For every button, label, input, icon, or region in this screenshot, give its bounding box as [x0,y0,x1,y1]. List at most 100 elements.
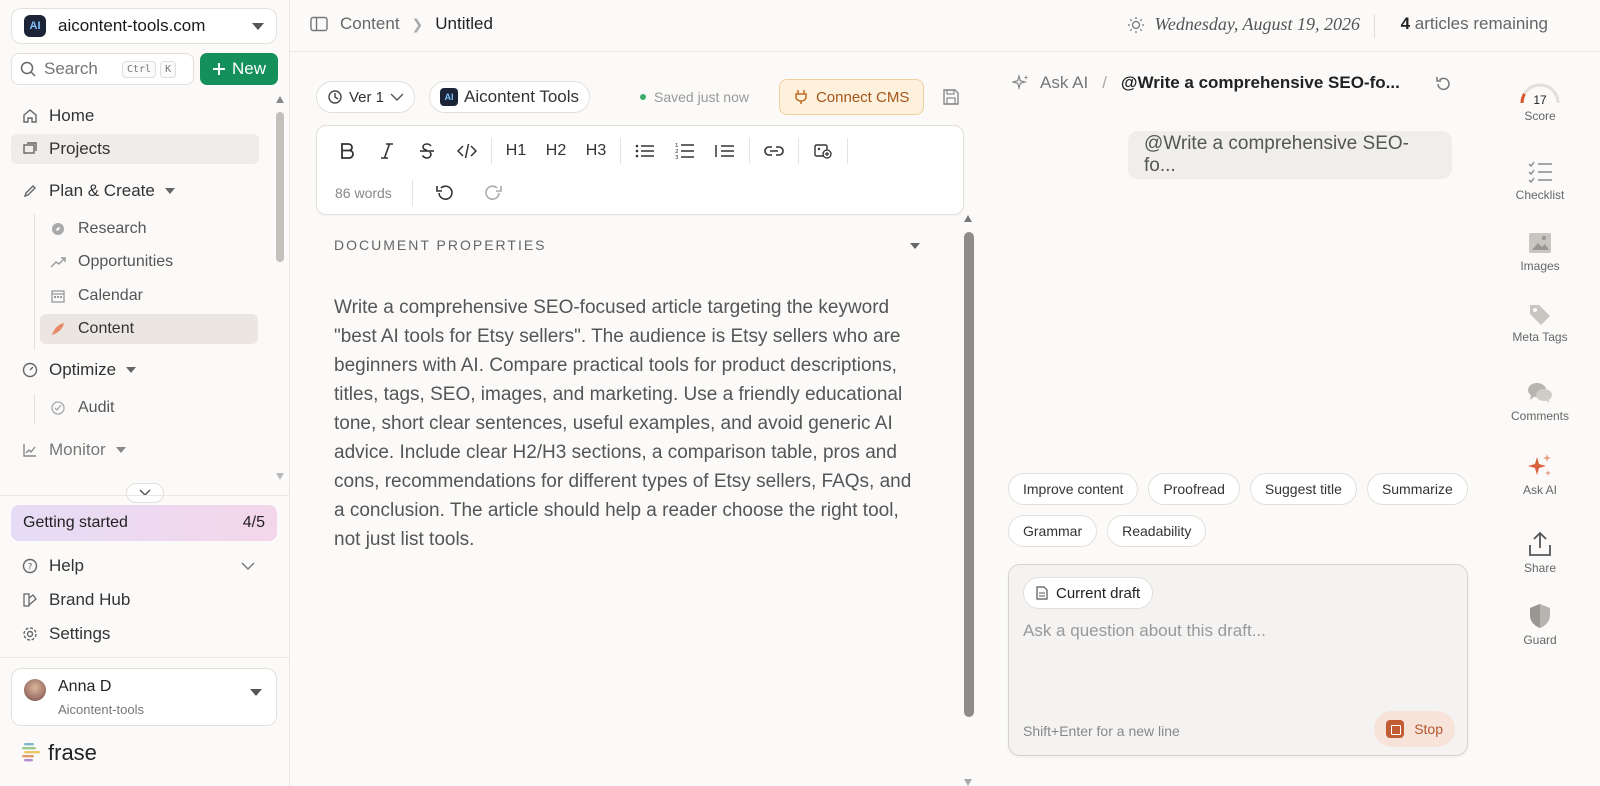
getting-started-banner[interactable]: Getting started 4/5 [11,505,277,541]
sidebar-item-home[interactable]: Home [11,101,259,131]
breadcrumb-content[interactable]: Content [340,14,400,34]
sidebar-item-opportunities[interactable]: Opportunities [40,247,258,277]
sidebar-item-label: Audit [78,399,115,416]
image-icon [1529,233,1551,253]
tag-icon [1530,305,1550,325]
chat-input[interactable] [1023,621,1443,641]
rail-label: Ask AI [1522,483,1557,497]
document-properties-heading[interactable]: DOCUMENT PROPERTIES [334,237,547,253]
sidebar-toggle-icon[interactable] [310,16,328,32]
chip-proofread[interactable]: Proofread [1148,473,1240,505]
sidebar-item-research[interactable]: Research [40,214,258,244]
sidebar-scroll-thumb[interactable] [276,112,284,262]
sidebar-section-monitor[interactable]: Monitor [11,435,259,465]
chip-improve-content[interactable]: Improve content [1008,473,1139,505]
chevron-right-icon: ❯ [411,15,424,32]
heading-3-button[interactable]: H3 [576,134,616,168]
heading-1-button[interactable]: H1 [496,134,536,168]
chip-suggest-title[interactable]: Suggest title [1249,473,1357,505]
link-button[interactable] [754,134,794,168]
rail-checklist[interactable]: Checklist [1500,160,1580,202]
sidebar-item-help[interactable]: ? Help [11,551,259,581]
sun-icon[interactable] [1127,16,1145,34]
shortcut-k: K [160,60,177,78]
new-button-label: New [231,59,266,78]
sidebar-section-optimize[interactable]: Optimize [11,355,259,385]
breadcrumb: Content ❯ Untitled [310,14,493,34]
sidebar-divider [0,495,290,496]
rail-images[interactable]: Images [1500,231,1580,273]
tree-line [34,214,35,350]
chip-grammar[interactable]: Grammar [1008,515,1098,547]
sidebar-item-brand-hub[interactable]: Brand Hub [11,585,259,615]
sidebar-item-calendar[interactable]: Calendar [40,281,258,311]
indent-list-button[interactable] [705,134,745,168]
current-draft-chip[interactable]: Current draft [1023,577,1154,609]
indent-list-icon [715,145,734,157]
stop-button[interactable]: Stop [1374,711,1455,747]
pen-icon [21,182,39,200]
chip-readability[interactable]: Readability [1107,515,1207,547]
sidebar-item-label: Home [49,106,95,125]
reset-icon[interactable] [1434,75,1452,93]
numbered-list-button[interactable]: 123 [665,134,705,168]
rail-label: Meta Tags [1512,330,1568,344]
sidebar-scrollbar[interactable] [274,96,284,480]
toolbar-separator [411,180,413,206]
rail-comments[interactable]: Comments [1500,381,1580,423]
new-button[interactable]: New [200,53,278,85]
articles-count: 4 [1400,14,1411,33]
version-label: Ver 1 [349,88,385,106]
search-input[interactable] [44,59,118,79]
brand-voice-selector[interactable]: AI Aicontent Tools [429,81,591,113]
scroll-up-icon[interactable] [964,215,972,222]
trend-up-icon [50,254,66,270]
undo-button[interactable] [425,176,465,210]
sidebar-divider [0,657,290,658]
heading-2-button[interactable]: H2 [536,134,576,168]
code-button[interactable] [447,134,487,168]
editor-pane: Ver 1 AI Aicontent Tools Saved just now … [290,53,990,786]
sidebar-section-plan-create[interactable]: Plan & Create [11,176,259,206]
caret-down-icon [126,367,137,373]
bold-button[interactable] [327,134,367,168]
sidebar-item-settings[interactable]: Settings [11,619,259,649]
history-icon [328,90,342,104]
scroll-down-icon[interactable] [964,779,972,786]
sidebar-item-audit[interactable]: Audit [40,393,258,423]
sidebar-item-projects[interactable]: Projects [11,134,259,164]
bold-icon [341,143,354,159]
italic-button[interactable] [367,134,407,168]
connect-cms-button[interactable]: Connect CMS [778,79,925,115]
workspace-switcher[interactable]: AI aicontent-tools.com [11,8,277,44]
redo-button[interactable] [473,176,513,210]
insert-image-button[interactable] [803,134,843,168]
user-menu[interactable]: Anna D Aicontent-tools [11,668,277,726]
rail-score[interactable]: 17 Score [1500,79,1580,123]
sidebar-item-content[interactable]: Content [40,314,258,344]
editor-scrollbar[interactable] [962,215,974,786]
sidebar-item-label: Calendar [78,287,143,304]
expand-nav-button[interactable] [126,483,164,503]
document-body[interactable]: Write a comprehensive SEO-focused articl… [334,293,924,554]
bullet-list-button[interactable] [625,134,665,168]
version-selector[interactable]: Ver 1 [316,81,416,113]
properties-caret-icon[interactable] [910,243,920,249]
rail-guard[interactable]: Guard [1500,603,1580,647]
quick-actions: Improve content Proofread Suggest title … [1008,473,1468,547]
page-scrollbar[interactable] [1588,0,1600,786]
rail-ask-ai[interactable]: Ask AI [1500,453,1580,497]
search-box[interactable]: Ctrl K [11,53,194,85]
scroll-down-icon[interactable] [276,473,284,480]
editor-scroll-thumb[interactable] [964,232,974,717]
status-dot [640,94,647,100]
chip-summarize[interactable]: Summarize [1366,473,1468,505]
rail-meta-tags[interactable]: Meta Tags [1500,302,1580,344]
user-name: Anna D [58,678,112,695]
save-disk-icon[interactable] [942,88,960,106]
rail-share[interactable]: Share [1500,531,1580,575]
workspace-logo-icon: AI [24,15,46,37]
scroll-up-icon[interactable] [276,96,284,103]
app-root: AI aicontent-tools.com Ctrl K New Home P… [0,0,1600,786]
strikethrough-button[interactable] [407,134,447,168]
